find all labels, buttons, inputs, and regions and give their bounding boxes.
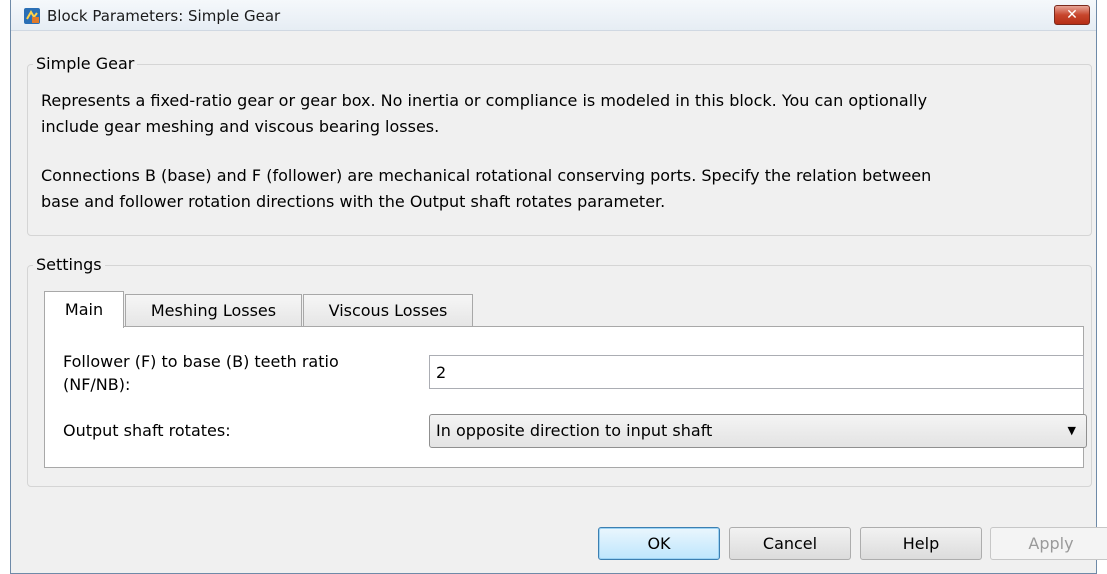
teeth-ratio-label-units: (NF/NB):	[63, 375, 131, 394]
description-line: include gear meshing and viscous bearing…	[41, 117, 440, 136]
chevron-down-icon: ▼	[1067, 424, 1076, 437]
main-tab-panel: Follower (F) to base (B) teeth ratio (NF…	[44, 326, 1087, 468]
close-icon: ✕	[1066, 7, 1078, 23]
tab-main[interactable]: Main	[44, 291, 124, 328]
block-name-legend: Simple Gear	[33, 52, 138, 76]
settings-legend: Settings	[33, 253, 105, 277]
description-line: Connections B (base) and F (follower) ar…	[41, 166, 932, 185]
simulink-block-icon	[23, 7, 41, 25]
block-parameters-dialog: Block Parameters: Simple Gear ✕ Simple G…	[10, 0, 1107, 574]
teeth-ratio-label: Follower (F) to base (B) teeth ratio	[63, 352, 339, 371]
output-shaft-label: Output shaft rotates:	[63, 421, 231, 440]
ok-button[interactable]: OK	[598, 527, 720, 560]
output-shaft-selected-value: In opposite direction to input shaft	[436, 421, 713, 440]
window-title: Block Parameters: Simple Gear	[47, 7, 281, 25]
output-shaft-dropdown[interactable]: In opposite direction to input shaft ▼	[429, 414, 1087, 448]
description-line: base and follower rotation directions wi…	[41, 192, 666, 211]
description-line: Represents a fixed-ratio gear or gear bo…	[41, 91, 928, 110]
tab-viscous-losses[interactable]: Viscous Losses	[303, 294, 473, 327]
tab-meshing-losses[interactable]: Meshing Losses	[125, 294, 302, 327]
teeth-ratio-input[interactable]	[429, 355, 1084, 389]
apply-button: Apply	[990, 527, 1107, 560]
close-button[interactable]: ✕	[1054, 5, 1090, 25]
cancel-button[interactable]: Cancel	[729, 527, 851, 560]
help-button[interactable]: Help	[860, 527, 982, 560]
title-bar[interactable]: Block Parameters: Simple Gear ✕	[11, 0, 1096, 31]
